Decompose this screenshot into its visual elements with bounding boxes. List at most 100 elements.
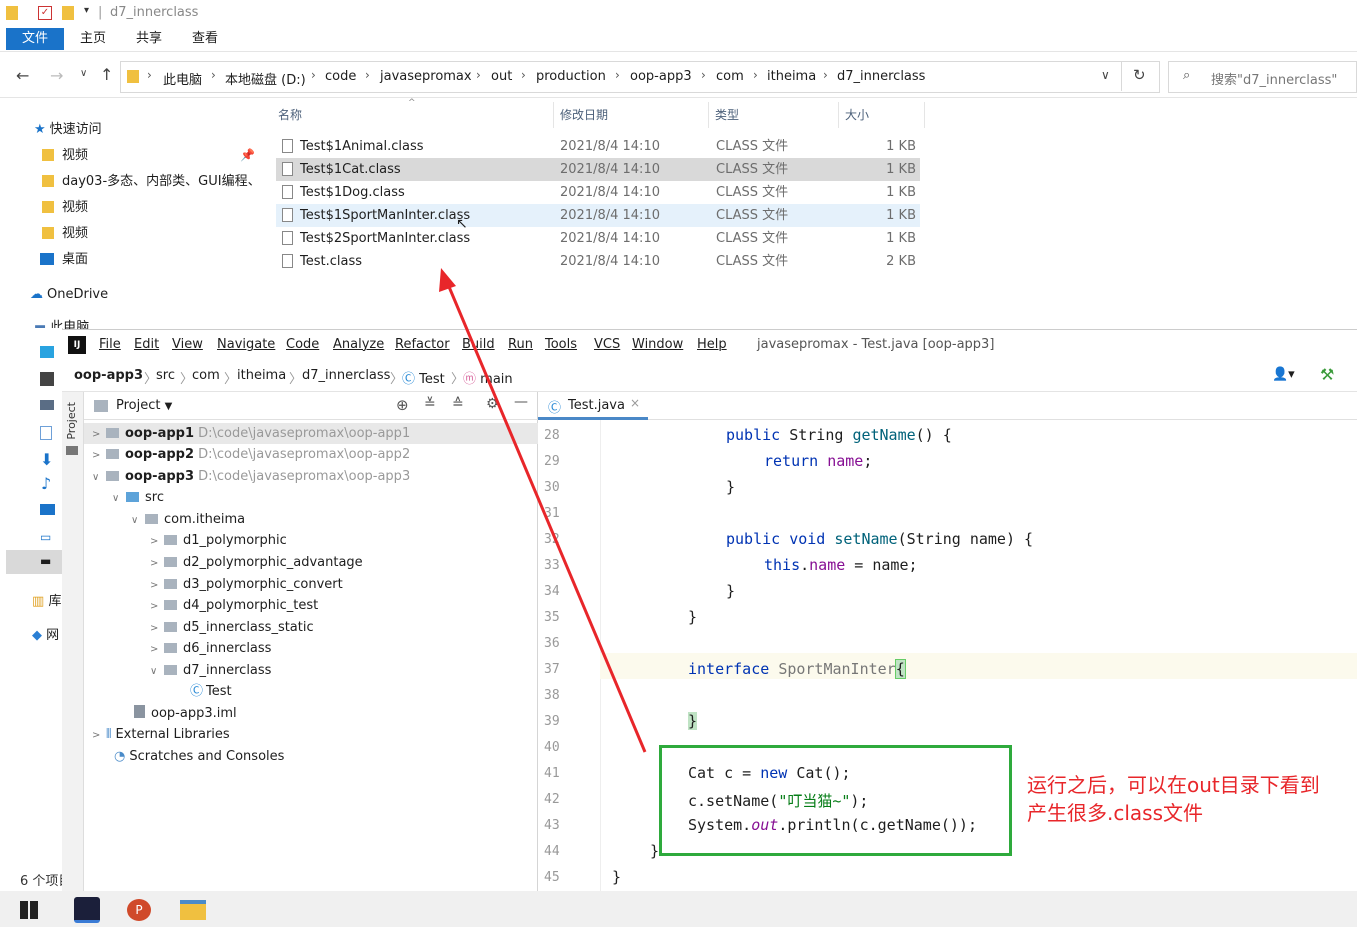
new-folder-icon[interactable] <box>62 6 74 20</box>
menu-file[interactable]: File <box>99 337 121 352</box>
chevron-down-icon[interactable]: ▾ <box>84 5 89 16</box>
tree-scratches[interactable]: ◔ Scratches and Consoles <box>114 746 284 767</box>
file-row-selected[interactable]: Test$1Cat.class 2021/8/4 14:10 CLASS 文件 … <box>276 158 920 181</box>
selected-drive[interactable]: ▬ <box>6 550 62 574</box>
tab-file[interactable]: 文件 <box>6 28 64 50</box>
tab-share[interactable]: 共享 <box>122 28 176 50</box>
menu-window[interactable]: Window <box>632 337 683 352</box>
menu-tools[interactable]: Tools <box>545 337 577 352</box>
hide-icon[interactable]: — <box>514 394 528 410</box>
expand-all-icon[interactable]: ≚ <box>424 396 436 412</box>
menu-help[interactable]: Help <box>697 337 727 352</box>
file-row-hover[interactable]: Test$1SportManInter.class 2021/8/4 14:10… <box>276 204 920 227</box>
crumb-com[interactable]: com <box>716 69 744 84</box>
menu-view[interactable]: View <box>172 337 203 352</box>
crumb-d7[interactable]: d7_innerclass <box>837 69 925 84</box>
forward-icon[interactable]: → <box>50 66 63 85</box>
network-item[interactable]: ◆ 网 <box>32 624 59 643</box>
tree-class-test[interactable]: Ⓒ Test <box>190 681 232 702</box>
pin-icon[interactable]: 📌 <box>240 148 255 162</box>
tab-test-java[interactable]: Ⓒ Test.java × <box>538 392 648 420</box>
address-bar[interactable]: › 此电脑 › 本地磁盘 (D:) › code › javasepromax … <box>120 61 1160 93</box>
crumb-pc[interactable]: 此电脑 <box>163 69 202 88</box>
crumb-code[interactable]: code <box>325 69 356 84</box>
tree-package[interactable]: ∨ com.itheima <box>131 509 245 530</box>
crumb-javasepromax[interactable]: javasepromax <box>380 69 472 84</box>
column-name[interactable]: 名称 <box>278 106 302 123</box>
tree-external-libraries[interactable]: > ⫴ External Libraries <box>92 724 230 745</box>
crumb-oop-app3[interactable]: oop-app3 <box>630 69 692 84</box>
menu-run[interactable]: Run <box>508 337 533 352</box>
search-box[interactable]: ⌕ 搜索"d7_innerclass" <box>1168 61 1357 93</box>
bc-itheima[interactable]: itheima <box>237 368 286 383</box>
nav-onedrive[interactable]: ☁ OneDrive <box>30 284 108 306</box>
menu-edit[interactable]: Edit <box>134 337 159 352</box>
project-side-tab[interactable]: Project <box>65 402 78 440</box>
bc-com[interactable]: com <box>192 368 220 383</box>
nav-item-desktop[interactable]: 桌面 <box>40 249 88 271</box>
nav-quick-access[interactable]: ★ 快速访问 <box>34 119 102 141</box>
tree-iml[interactable]: oop-app3.iml <box>134 703 237 724</box>
menu-navigate[interactable]: Navigate <box>217 337 275 352</box>
menu-analyze[interactable]: Analyze <box>333 337 384 352</box>
bc-method[interactable]: ⓜ main <box>463 368 513 387</box>
file-row[interactable]: Test.class 2021/8/4 14:10 CLASS 文件 2 KB <box>276 250 920 273</box>
explorer-app-icon[interactable] <box>180 900 206 920</box>
tab-home[interactable]: 主页 <box>66 28 120 50</box>
history-chevron-icon[interactable]: ∨ <box>1101 68 1110 82</box>
menu-vcs[interactable]: VCS <box>594 337 620 352</box>
library-item[interactable]: ▥ 库 <box>32 590 61 609</box>
tree-module-oop-app2[interactable]: > oop-app2 D:\code\javasepromax\oop-app2 <box>92 444 410 465</box>
menu-build[interactable]: Build <box>462 337 495 352</box>
project-view-dropdown[interactable]: Project ▼ <box>116 398 172 413</box>
intellij-app-icon[interactable] <box>74 897 100 923</box>
intellij-logo-icon: IJ <box>68 336 86 354</box>
refresh-icon[interactable]: ↻ <box>1133 66 1146 84</box>
hammer-icon[interactable]: ⚒ <box>1320 365 1334 384</box>
collapse-all-icon[interactable]: ≙ <box>452 396 464 412</box>
crumb-production[interactable]: production <box>536 69 606 84</box>
nav-item[interactable]: 视频 <box>42 223 88 245</box>
tree-src[interactable]: ∨ src <box>112 487 164 508</box>
windows-start-icon[interactable] <box>20 901 38 919</box>
bc-package[interactable]: d7_innerclass <box>302 368 390 383</box>
menu-refactor[interactable]: Refactor <box>395 337 450 352</box>
user-icon[interactable]: 👤▾ <box>1272 367 1295 382</box>
bc-src[interactable]: src <box>156 368 175 383</box>
properties-icon[interactable]: ✓ <box>38 6 52 20</box>
file-row[interactable]: Test$1Animal.class 2021/8/4 14:10 CLASS … <box>276 135 920 158</box>
nav-item[interactable]: 视频 <box>42 197 88 219</box>
recent-chevron-icon[interactable]: ∨ <box>80 68 87 79</box>
crumb-out[interactable]: out <box>491 69 512 84</box>
code-line: public String getName() { <box>726 426 952 444</box>
tab-view[interactable]: 查看 <box>178 28 232 50</box>
crumb-drive[interactable]: 本地磁盘 (D:) <box>225 69 306 88</box>
column-date[interactable]: 修改日期 <box>560 106 608 123</box>
menu-code[interactable]: Code <box>286 337 319 352</box>
tree-package[interactable]: > d4_polymorphic_test <box>150 595 318 616</box>
tree-package[interactable]: > d5_innerclass_static <box>150 617 314 638</box>
nav-item[interactable]: day03-多态、内部类、GUI编程、 <box>42 171 261 193</box>
powerpoint-app-icon[interactable]: P <box>127 899 151 921</box>
tree-package[interactable]: > d3_polymorphic_convert <box>150 574 343 595</box>
file-row[interactable]: Test$2SportManInter.class 2021/8/4 14:10… <box>276 227 920 250</box>
column-size[interactable]: 大小 <box>845 106 869 123</box>
back-icon[interactable]: ← <box>16 66 29 85</box>
library-icon: ▥ <box>32 594 45 609</box>
tree-package[interactable]: > d1_polymorphic <box>150 530 287 551</box>
tree-module-oop-app3[interactable]: ∨ oop-app3 D:\code\javasepromax\oop-app3 <box>92 466 410 487</box>
up-icon[interactable]: ↑ <box>100 65 113 84</box>
tree-package[interactable]: > d6_innerclass <box>150 638 271 659</box>
column-type[interactable]: 类型 <box>715 106 739 123</box>
bc-module[interactable]: oop-app3 <box>74 368 143 383</box>
close-icon[interactable]: × <box>630 396 640 410</box>
bc-class[interactable]: Ⓒ Test <box>402 368 445 387</box>
tree-package[interactable]: > d2_polymorphic_advantage <box>150 552 363 573</box>
crumb-itheima[interactable]: itheima <box>767 69 816 84</box>
file-row[interactable]: Test$1Dog.class 2021/8/4 14:10 CLASS 文件 … <box>276 181 920 204</box>
gear-icon[interactable]: ⚙ <box>486 396 499 412</box>
nav-item[interactable]: 视频 <box>42 145 88 167</box>
locate-icon[interactable]: ⊕ <box>396 396 409 414</box>
tree-module-oop-app1[interactable]: > oop-app1 D:\code\javasepromax\oop-app1 <box>84 423 538 444</box>
tree-package[interactable]: ∨ d7_innerclass <box>150 660 271 681</box>
